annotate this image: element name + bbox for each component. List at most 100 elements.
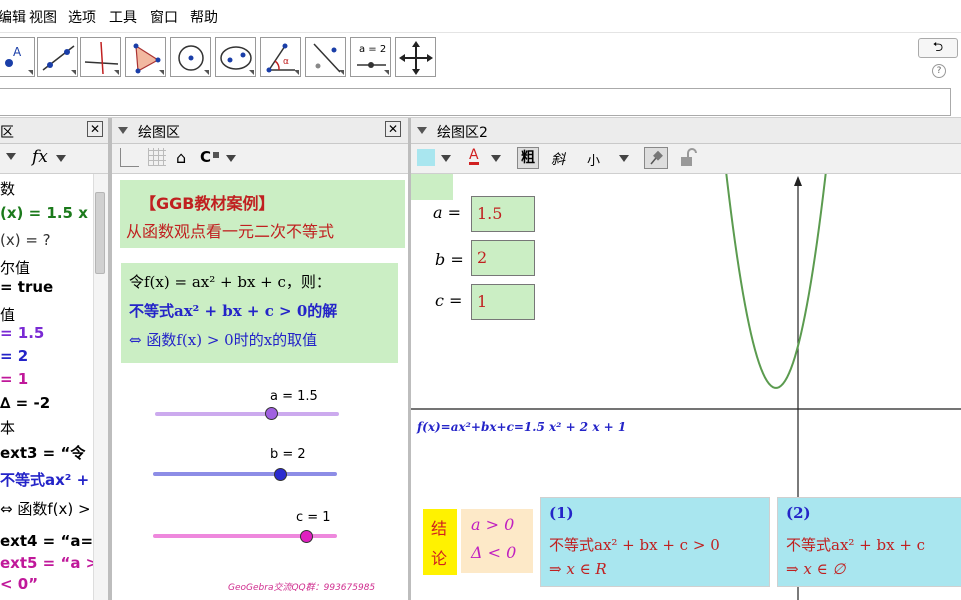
- axes-toggle-icon[interactable]: [120, 148, 139, 167]
- chevron-down-icon[interactable]: [441, 155, 451, 162]
- graphics-view-2[interactable]: a = 1.5 b = 2 c = 1 f(x)=ax²+bx+c=1.5 x²…: [411, 174, 961, 600]
- case2-title: (2): [786, 504, 811, 522]
- slider-b-knob[interactable]: [273, 468, 287, 481]
- algebra-row[interactable]: ext4 = “a=: [0, 532, 93, 550]
- chevron-down-icon[interactable]: [56, 155, 66, 162]
- algebra-row[interactable]: = 2: [0, 347, 28, 365]
- menu-view[interactable]: 视图: [29, 7, 57, 27]
- condition-a: a > 0: [471, 515, 515, 534]
- home-icon[interactable]: ⌂: [176, 148, 186, 167]
- a-input-field[interactable]: 1.5: [471, 196, 535, 232]
- algebra-row[interactable]: = 1: [0, 370, 28, 388]
- lock-button[interactable]: [679, 148, 697, 172]
- small-textbox[interactable]: [411, 174, 453, 200]
- slider-c-knob[interactable]: [299, 530, 313, 543]
- pin-button[interactable]: [644, 147, 668, 169]
- background-color-swatch[interactable]: [417, 149, 435, 166]
- text-size-select[interactable]: 小: [587, 150, 600, 169]
- line-tool-button[interactable]: [37, 37, 78, 77]
- fx-button[interactable]: fx: [32, 147, 48, 167]
- algebra-row[interactable]: 数: [0, 178, 15, 199]
- chevron-down-icon[interactable]: [491, 155, 501, 162]
- svg-text:A: A: [13, 45, 22, 59]
- polygon-tool-button[interactable]: [125, 37, 166, 77]
- title-line2: 从函数观点看一元二次不等式: [126, 222, 335, 241]
- point-capture-square: [213, 152, 219, 158]
- slider-b-track[interactable]: [153, 472, 337, 476]
- bold-button[interactable]: 粗: [517, 147, 539, 169]
- algebra-row[interactable]: = true: [0, 278, 53, 296]
- move-arrows-icon: [399, 41, 433, 75]
- toolbar: A α a = 2: [0, 33, 961, 86]
- algebra-row[interactable]: (x) = 1.5 x: [0, 204, 88, 222]
- menu-tools[interactable]: 工具: [109, 7, 137, 27]
- menu-window[interactable]: 窗口: [150, 7, 178, 27]
- algebra-row[interactable]: ext3 = “令: [0, 442, 85, 463]
- algebra-panel-header: 区 ✕: [0, 118, 110, 144]
- point-capture-icon[interactable]: C: [200, 148, 211, 166]
- angle-tool-button[interactable]: α: [260, 37, 301, 77]
- graphics1-style-bar: ⌂ C: [112, 144, 408, 174]
- scrollbar-thumb[interactable]: [95, 192, 105, 274]
- circle-tool-button[interactable]: [170, 37, 211, 77]
- algebra-row[interactable]: < 0”: [0, 575, 38, 593]
- algebra-list: 数 (x) = 1.5 x (x) = ? 尔值 = true 值 = 1.5 = 2 = 1 ∆…: [0, 174, 93, 600]
- slider-c-label: c = 1: [296, 510, 331, 525]
- slider-a-track[interactable]: [155, 412, 339, 416]
- function-definition-text: f(x)=ax²+bx+c=1.5 x² + 2 x + 1: [417, 420, 627, 434]
- point-tool-button[interactable]: A: [0, 37, 35, 77]
- algebra-row[interactable]: 本: [0, 417, 15, 438]
- conic-tool-button[interactable]: [215, 37, 256, 77]
- algebra-row[interactable]: 不等式ax² +: [0, 469, 89, 490]
- grid-toggle-icon[interactable]: [148, 148, 166, 166]
- condition-box: a > 0 Δ < 0: [461, 509, 533, 573]
- title-line1: 【GGB教材案例】: [140, 194, 275, 213]
- close-algebra-button[interactable]: ✕: [87, 121, 103, 137]
- c-input-field[interactable]: 1: [471, 284, 535, 320]
- algebra-row[interactable]: 值: [0, 304, 15, 325]
- move-view-tool-button[interactable]: [395, 37, 436, 77]
- algebra-row[interactable]: ext5 = “a >: [0, 554, 93, 572]
- sort-dropdown-icon[interactable]: [6, 153, 16, 160]
- command-input[interactable]: [0, 88, 951, 116]
- b-input-field[interactable]: 2: [471, 240, 535, 276]
- conclusion-label-box: 结 论: [423, 509, 457, 575]
- case2-inequality: 不等式ax² + bx + c: [786, 536, 926, 554]
- slider-a-label: a = 1.5: [270, 389, 318, 404]
- definition-line3: ⇔ 函数f(x) > 0时的x的取值: [129, 331, 318, 349]
- slider-b-label: b = 2: [270, 447, 306, 462]
- algebra-row[interactable]: ⇔ 函数f(x) >: [0, 498, 91, 519]
- graphics2-title: 绘图区2: [437, 125, 488, 141]
- divider[interactable]: [108, 118, 112, 600]
- graphics-view-1[interactable]: 【GGB教材案例】 从函数观点看一元二次不等式 令f(x) = ax² + bx…: [113, 174, 408, 600]
- case1-title: (1): [549, 504, 574, 522]
- title-textbox[interactable]: 【GGB教材案例】 从函数观点看一元二次不等式: [120, 180, 405, 248]
- definition-textbox[interactable]: 令f(x) = ax² + bx + c，则： 不等式ax² + bx + c …: [121, 263, 398, 363]
- graphics2-style-bar: A 粗 斜 小: [411, 144, 961, 174]
- menu-options[interactable]: 选项: [68, 7, 96, 27]
- c-input-label: c =: [435, 291, 463, 310]
- y-axis-arrow: [794, 176, 802, 186]
- collapse-icon[interactable]: [118, 127, 128, 134]
- slider-tool-button[interactable]: a = 2: [350, 37, 391, 77]
- menu-edit[interactable]: 编辑: [0, 7, 26, 27]
- text-color-icon[interactable]: A: [469, 148, 479, 165]
- menu-bar: 编辑 视图 选项 工具 窗口 帮助: [0, 0, 961, 33]
- algebra-row[interactable]: = 1.5: [0, 324, 44, 342]
- algebra-row[interactable]: (x) = ?: [0, 231, 51, 249]
- collapse-icon[interactable]: [417, 127, 427, 134]
- slider-a-knob[interactable]: [264, 407, 278, 420]
- algebra-row[interactable]: ∆ = -2: [0, 394, 50, 412]
- close-graphics1-button[interactable]: ✕: [385, 121, 401, 137]
- italic-button[interactable]: 斜: [551, 149, 565, 169]
- algebra-row[interactable]: 尔值: [0, 257, 30, 278]
- perpendicular-tool-button[interactable]: [80, 37, 121, 77]
- chevron-down-icon[interactable]: [226, 155, 236, 162]
- menu-help[interactable]: 帮助: [190, 7, 218, 27]
- case2-solution: ⇒ x ∈ ∅: [786, 560, 846, 578]
- reflect-tool-button[interactable]: [305, 37, 346, 77]
- undo-button[interactable]: ⮌: [918, 38, 958, 58]
- help-icon[interactable]: ?: [932, 64, 946, 78]
- chevron-down-icon[interactable]: [619, 155, 629, 162]
- graphics1-title: 绘图区: [138, 125, 180, 141]
